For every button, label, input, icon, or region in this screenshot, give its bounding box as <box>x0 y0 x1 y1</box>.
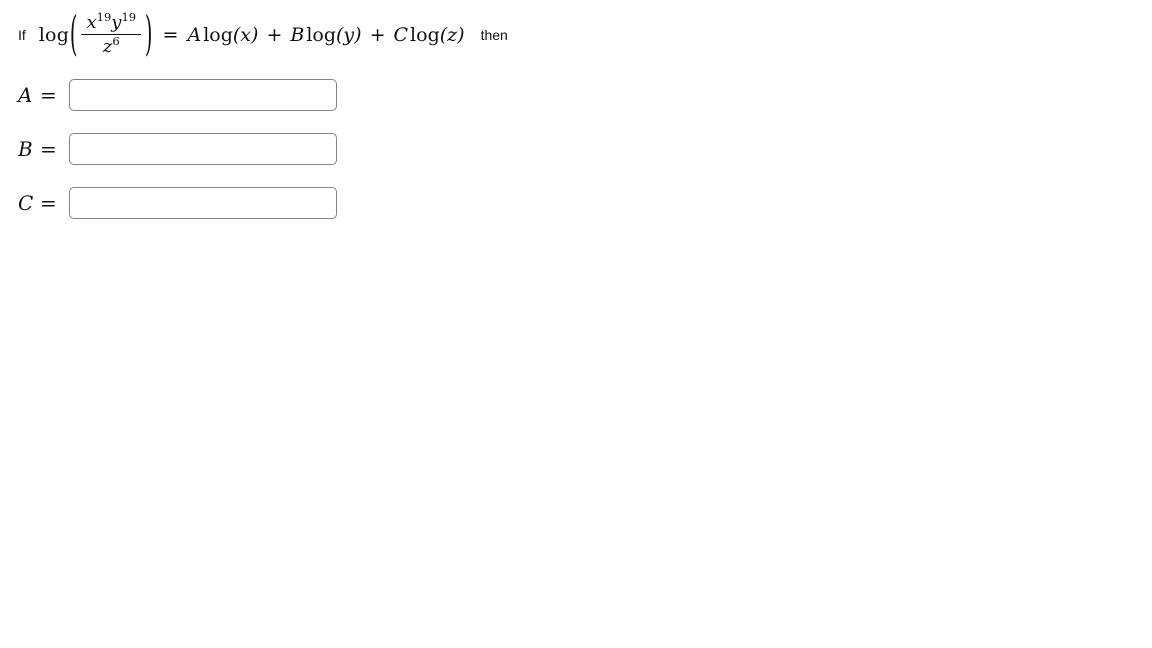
numerator-exponent-x: 19 <box>96 10 112 24</box>
answer-label-b: B <box>18 137 33 161</box>
close-paren: ) <box>145 8 153 62</box>
term-a-coefficient: A <box>187 24 202 46</box>
term-a-argument: (x) <box>232 24 259 46</box>
answer-input-c[interactable] <box>68 187 337 219</box>
open-paren: ( <box>69 8 78 62</box>
term-b-log: log <box>306 24 337 46</box>
denominator-exponent-z: 6 <box>112 34 120 48</box>
term-a: Alog(x) <box>187 24 258 46</box>
logarithm-equation: log ( x19y19 z6 ) = Alog(x) + Blog(y) + … <box>38 8 465 62</box>
numerator-base-y: y <box>111 12 122 33</box>
answer-equals-b: = <box>40 137 57 161</box>
answer-label-c: C <box>18 191 34 215</box>
fraction-denominator: z6 <box>98 35 125 56</box>
fraction: x19y19 z6 <box>81 11 142 56</box>
plus-sign-2: + <box>369 24 386 46</box>
plus-sign-1: + <box>266 24 283 46</box>
answer-label-a: A <box>18 83 33 107</box>
denominator-base-z: z <box>102 36 113 57</box>
answer-row-c: C = <box>18 187 337 219</box>
answer-input-b[interactable] <box>68 133 337 165</box>
term-b-argument: (y) <box>336 24 362 46</box>
equation-equals-sign: = <box>162 24 179 46</box>
term-c: Clog(z) <box>394 24 465 46</box>
term-a-log: log <box>203 24 233 46</box>
fraction-numerator: x19y19 <box>81 11 141 34</box>
numerator-exponent-y: 19 <box>121 10 137 24</box>
answer-input-a[interactable] <box>68 79 337 111</box>
term-c-log: log <box>410 24 440 46</box>
answer-row-b: B = <box>18 133 337 165</box>
term-b: Blog(y) <box>290 24 361 46</box>
term-c-coefficient: C <box>393 24 409 46</box>
answer-equals-c: = <box>40 191 57 215</box>
numerator-base-x: x <box>86 12 97 33</box>
log-function-name: log <box>38 24 70 46</box>
then-keyword: then <box>480 27 508 43</box>
term-b-coefficient: B <box>290 24 305 46</box>
if-keyword: If <box>18 27 26 43</box>
answer-row-a: A = <box>18 79 337 111</box>
term-c-argument: (z) <box>439 24 465 46</box>
answer-equals-a: = <box>40 83 57 107</box>
problem-statement: If log ( x19y19 z6 ) = Alog(x) + Blog(y)… <box>18 8 508 62</box>
